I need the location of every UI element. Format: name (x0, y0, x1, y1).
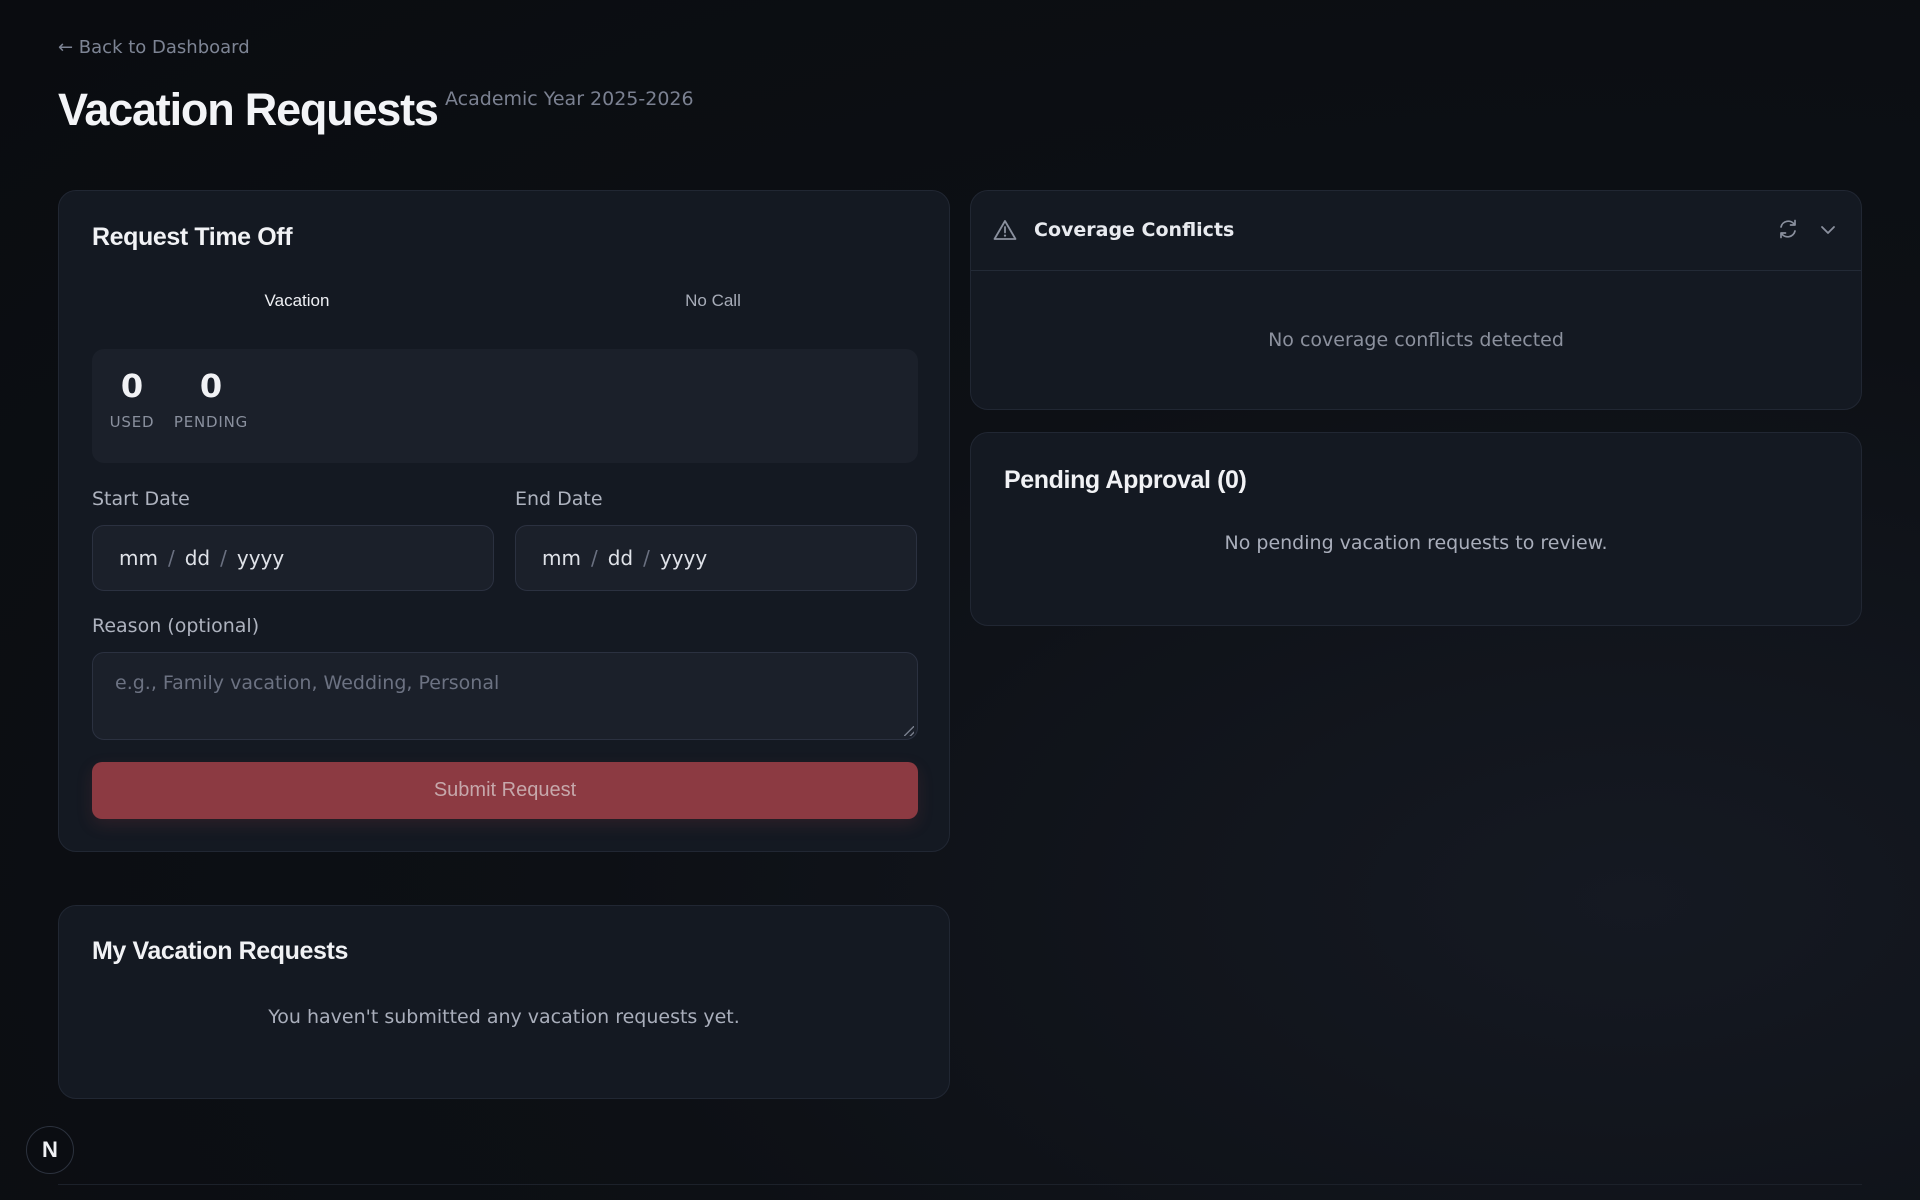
stat-pending-value: 0 (199, 367, 223, 405)
stat-pending: 0 PENDING (171, 367, 251, 431)
tab-no-call[interactable]: No Call (508, 291, 918, 311)
my-requests-empty-text: You haven't submitted any vacation reque… (268, 1006, 740, 1028)
end-date-input[interactable]: mm / dd / yyyy (515, 525, 917, 591)
request-time-off-card: Request Time Off Vacation No Call 0 USED… (58, 190, 950, 852)
reason-placeholder: e.g., Family vacation, Wedding, Personal (115, 672, 500, 694)
pending-approval-empty-text: No pending vacation requests to review. (1224, 532, 1608, 554)
reason-textarea[interactable]: e.g., Family vacation, Wedding, Personal (92, 652, 918, 740)
coverage-conflicts-header[interactable]: Coverage Conflicts (971, 191, 1861, 271)
chevron-down-icon[interactable] (1819, 222, 1837, 241)
vacation-stats-panel: 0 USED 0 PENDING (92, 349, 918, 463)
warning-triangle-icon (993, 219, 1017, 245)
end-date-year: yyyy (659, 546, 708, 570)
academic-year-subtitle: Academic Year 2025-2026 (445, 88, 694, 110)
start-date-input[interactable]: mm / dd / yyyy (92, 525, 494, 591)
page-title: Vacation Requests (58, 84, 439, 135)
coverage-conflicts-title: Coverage Conflicts (1034, 219, 1235, 241)
submit-request-button[interactable]: Submit Request (92, 762, 918, 819)
my-vacation-requests-card: My Vacation Requests You haven't submitt… (58, 905, 950, 1099)
stat-used-value: 0 (120, 367, 144, 405)
pending-approval-title: Pending Approval (0) (1004, 466, 1247, 494)
stat-pending-label: PENDING (173, 413, 249, 431)
bottom-divider (58, 1184, 1862, 1185)
request-time-off-title: Request Time Off (92, 223, 293, 251)
start-date-month: mm (119, 546, 158, 570)
pending-approval-card: Pending Approval (0) No pending vacation… (970, 432, 1862, 626)
refresh-icon[interactable] (1777, 218, 1799, 244)
end-date-month: mm (542, 546, 581, 570)
end-date-label: End Date (515, 488, 603, 510)
stat-used: 0 USED (92, 367, 172, 431)
stat-used-label: USED (109, 413, 155, 431)
coverage-conflicts-card: Coverage Conflicts No coverage conflicts… (970, 190, 1862, 410)
back-to-dashboard-link[interactable]: ← Back to Dashboard (58, 37, 250, 58)
tab-vacation[interactable]: Vacation (92, 291, 502, 311)
start-date-day: dd (184, 546, 211, 570)
resize-grip-icon[interactable] (904, 726, 914, 736)
start-date-label: Start Date (92, 488, 190, 510)
reason-label: Reason (optional) (92, 615, 260, 637)
coverage-conflicts-empty-text: No coverage conflicts detected (1268, 329, 1564, 351)
my-vacation-requests-title: My Vacation Requests (92, 937, 348, 965)
end-date-day: dd (607, 546, 634, 570)
start-date-year: yyyy (236, 546, 285, 570)
framework-badge-n-icon[interactable]: N (26, 1126, 74, 1174)
